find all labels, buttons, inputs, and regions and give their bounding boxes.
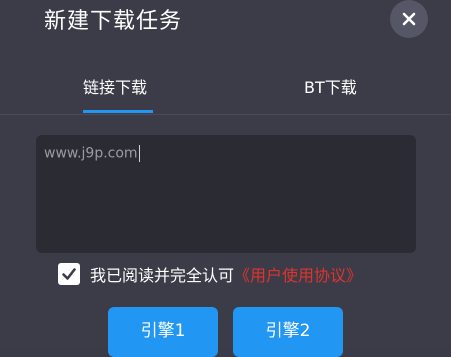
user-agreement-link[interactable]: 《用户使用协议》: [234, 262, 362, 286]
tab-link-download[interactable]: 链接下载: [83, 74, 147, 98]
agreement-row: 我已阅读并完全认可 《用户使用协议》: [58, 262, 362, 286]
tabs-divider: [0, 114, 451, 115]
close-icon: [402, 12, 416, 26]
agree-checkbox[interactable]: [58, 263, 80, 285]
url-input-value: www.j9p.com: [44, 145, 138, 162]
checkmark-icon: [62, 268, 76, 280]
close-button[interactable]: [390, 0, 428, 38]
engine-1-button[interactable]: 引擎1: [108, 307, 218, 357]
engine-1-label: 引擎1: [140, 320, 186, 341]
url-input[interactable]: www.j9p.com: [36, 135, 416, 253]
engine-2-button[interactable]: 引擎2: [233, 307, 343, 357]
dialog-title: 新建下载任务: [44, 9, 183, 34]
tab-bt-download[interactable]: BT下载: [304, 74, 357, 98]
agreement-text: 我已阅读并完全认可: [90, 266, 235, 285]
dialog-header: 新建下载任务: [0, 0, 451, 42]
new-download-dialog: 新建下载任务 链接下载 BT下载 www.j9p.com 我已阅读并完全认可 《…: [0, 0, 451, 357]
active-tab-indicator: [83, 110, 153, 113]
tab-bar: 链接下载 BT下载: [0, 58, 451, 116]
engine-2-label: 引擎2: [265, 320, 311, 341]
text-caret: [138, 145, 140, 162]
